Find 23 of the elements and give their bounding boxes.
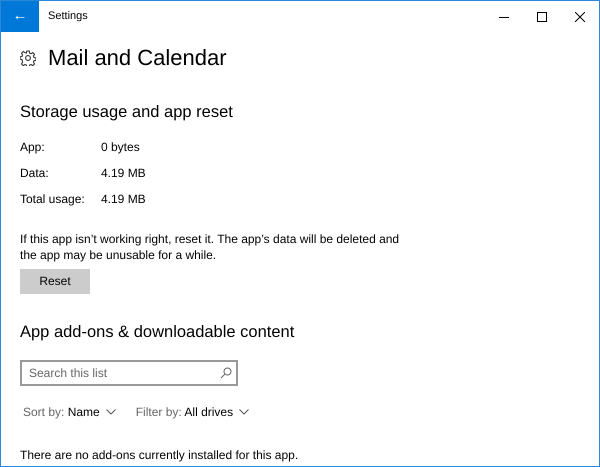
reset-button[interactable]: Reset <box>20 268 90 294</box>
field-value: 4.19 MB <box>101 190 147 208</box>
section-heading: Storage usage and app reset <box>20 102 234 123</box>
field-label: Total usage: <box>20 190 86 208</box>
field-value: 4.19 MB <box>101 164 147 182</box>
field-label: Data: <box>20 164 50 182</box>
settings-icon <box>20 50 36 66</box>
window-title: Settings <box>48 9 88 24</box>
back-button[interactable]: ← <box>1 1 39 32</box>
page-title: Mail and Calendar <box>48 44 227 72</box>
field-value: 0 bytes <box>101 138 141 156</box>
field-label: App: <box>20 138 46 156</box>
description-text: If this app isn’t working right, reset it. The app’s data will be deleted and the app may be unusable for a while. <box>20 230 400 263</box>
search-field[interactable]: Search this list <box>20 360 238 386</box>
chevron-icon <box>106 408 116 414</box>
close-icon <box>575 12 585 22</box>
maximize-icon <box>537 12 547 22</box>
search-icon <box>220 366 232 378</box>
chevron-icon <box>239 408 250 414</box>
dropdown[interactable]: Filter by: All drives <box>136 402 250 420</box>
empty-message: There are no add-ons currently installed for this app. <box>20 446 300 464</box>
section-heading: App add-ons & downloadable content <box>20 322 296 343</box>
dropdown[interactable]: Sort by: Name <box>23 402 116 420</box>
